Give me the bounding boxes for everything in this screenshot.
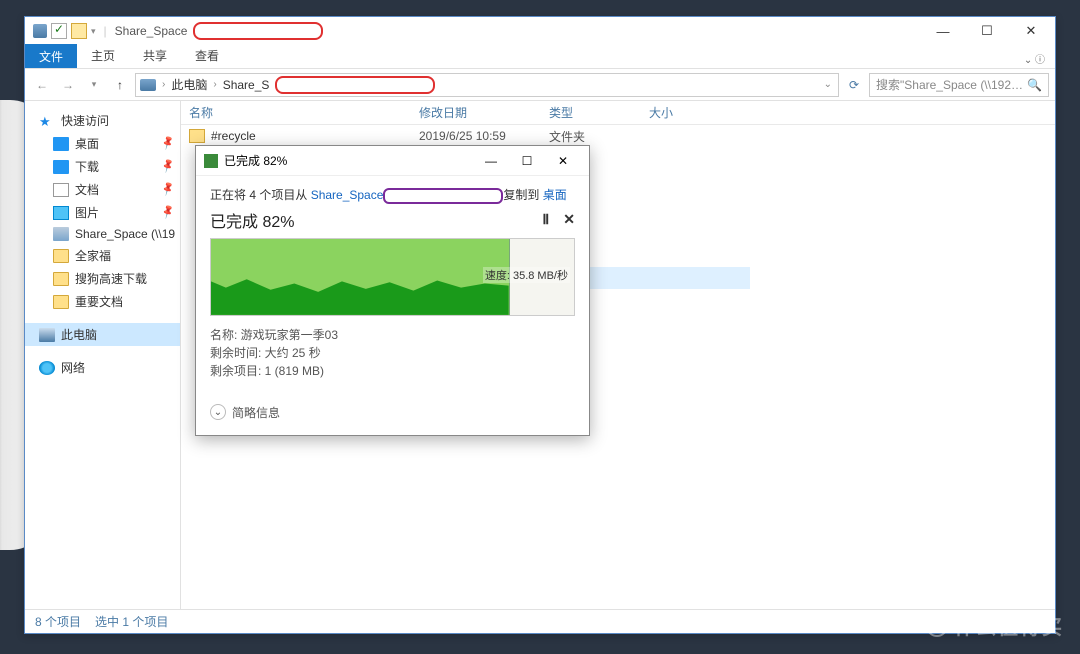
pin-icon: 📌 — [160, 182, 176, 198]
star-icon: ★ — [39, 114, 55, 128]
drive-icon — [33, 24, 47, 38]
pc-icon — [39, 328, 55, 342]
redacted-title — [193, 22, 323, 40]
chevron-down-icon: ⌄ — [210, 404, 226, 420]
status-item-count: 8 个项目 — [35, 613, 81, 630]
breadcrumb-pc[interactable]: 此电脑 — [169, 76, 209, 93]
maximize-button[interactable]: ☐ — [965, 17, 1009, 45]
ribbon-expand-icon[interactable]: ⌄ ⓘ — [1014, 49, 1055, 68]
chevron-right-icon[interactable]: › — [211, 79, 218, 90]
sidebar-item-folder[interactable]: 重要文档 — [25, 290, 180, 313]
redacted-source — [383, 188, 503, 204]
sidebar-item-pictures[interactable]: 图片📌 — [25, 201, 180, 224]
minimize-button[interactable]: — — [473, 147, 509, 175]
drive-icon — [53, 227, 69, 241]
folder-icon — [189, 129, 205, 143]
titlebar[interactable]: ▾ | Share_Space — ☐ ✕ — [25, 17, 1055, 45]
watermark: 值 什么值得买 — [926, 611, 1064, 640]
search-input[interactable]: 搜索"Share_Space (\\192.1... 🔍 — [869, 73, 1049, 97]
qat-dropdown-icon[interactable]: ▾ — [91, 26, 96, 37]
sidebar-this-pc[interactable]: 此电脑 — [25, 323, 180, 346]
pause-button[interactable]: Ⅱ — [542, 211, 549, 228]
address-bar[interactable]: › 此电脑 › Share_S ⌄ — [135, 73, 839, 97]
copy-details: 名称: 游戏玩家第一季03 剩余时间: 大约 25 秒 剩余项目: 1 (819… — [210, 326, 575, 380]
pin-icon: 📌 — [160, 159, 176, 175]
separator: | — [104, 24, 107, 38]
sidebar-item-desktop[interactable]: 桌面📌 — [25, 132, 180, 155]
download-icon — [53, 160, 69, 174]
window-title: Share_Space — [115, 24, 188, 38]
picture-icon — [53, 206, 69, 220]
copy-dest-link[interactable]: 桌面 — [543, 188, 567, 202]
address-dropdown-icon[interactable]: ⌄ — [822, 79, 834, 90]
sidebar-network[interactable]: 网络 — [25, 356, 180, 379]
watermark-icon: 值 — [926, 615, 948, 637]
folder-icon — [53, 272, 69, 286]
desktop-icon — [53, 137, 69, 151]
breadcrumb-folder[interactable]: Share_S — [221, 78, 272, 92]
pin-icon: 📌 — [160, 205, 176, 221]
speed-graph: 速度: 35.8 MB/秒 — [210, 238, 575, 316]
dialog-title: 已完成 82% — [224, 152, 287, 169]
sidebar-quick-access[interactable]: ★快速访问 — [25, 109, 180, 132]
sidebar-item-downloads[interactable]: 下载📌 — [25, 155, 180, 178]
col-size[interactable]: 大小 — [649, 104, 729, 121]
progress-percent: 已完成 82% — [210, 208, 294, 232]
up-button[interactable]: ↑ — [109, 74, 131, 96]
col-date[interactable]: 修改日期 — [419, 104, 549, 121]
refresh-button[interactable]: ⟳ — [843, 74, 865, 96]
close-button[interactable]: ✕ — [1009, 17, 1053, 45]
tab-file[interactable]: 文件 — [25, 44, 77, 68]
drive-icon — [140, 79, 156, 91]
sidebar-item-folder[interactable]: 搜狗高速下载 — [25, 267, 180, 290]
network-icon — [39, 361, 55, 375]
tab-home[interactable]: 主页 — [77, 43, 129, 68]
pin-icon: 📌 — [160, 136, 176, 152]
ribbon-tabs: 文件 主页 共享 查看 ⌄ ⓘ — [25, 45, 1055, 69]
chevron-right-icon[interactable]: › — [160, 79, 167, 90]
col-type[interactable]: 类型 — [549, 104, 649, 121]
speed-value: 35.8 MB/秒 — [513, 270, 568, 282]
close-button[interactable]: ✕ — [545, 147, 581, 175]
sidebar-item-documents[interactable]: 文档📌 — [25, 178, 180, 201]
sidebar: ★快速访问 桌面📌 下载📌 文档📌 图片📌 Share_Space (\\19 … — [25, 101, 181, 609]
recent-dropdown-icon[interactable]: ▾ — [83, 74, 105, 96]
redacted-path — [275, 76, 435, 94]
search-icon[interactable]: 🔍 — [1027, 78, 1042, 92]
status-bar: 8 个项目 选中 1 个项目 — [25, 609, 1055, 633]
copy-progress-dialog: 已完成 82% — ☐ ✕ 正在将 4 个项目从 Share_Space复制到 … — [195, 145, 590, 436]
nav-row: ← → ▾ ↑ › 此电脑 › Share_S ⌄ ⟳ 搜索"Share_Spa… — [25, 69, 1055, 101]
dialog-titlebar[interactable]: 已完成 82% — ☐ ✕ — [196, 146, 589, 176]
copy-icon — [204, 154, 218, 168]
copy-source-link[interactable]: Share_Space — [311, 188, 384, 202]
copy-message: 正在将 4 个项目从 Share_Space复制到 桌面 — [210, 186, 575, 204]
search-placeholder: 搜索"Share_Space (\\192.1... — [876, 76, 1023, 93]
col-name[interactable]: 名称 — [189, 104, 419, 121]
qat-new-folder[interactable] — [71, 23, 87, 39]
sidebar-item-share[interactable]: Share_Space (\\19 — [25, 224, 180, 244]
minimize-button[interactable]: — — [921, 17, 965, 45]
folder-icon — [53, 249, 69, 263]
column-headers[interactable]: 名称 修改日期 类型 大小 — [181, 101, 1055, 125]
brief-info-toggle[interactable]: ⌄ 简略信息 — [210, 394, 575, 421]
tab-share[interactable]: 共享 — [129, 43, 181, 68]
tab-view[interactable]: 查看 — [181, 43, 233, 68]
document-icon — [53, 183, 69, 197]
status-selected: 选中 1 个项目 — [95, 613, 168, 630]
folder-icon — [53, 295, 69, 309]
back-button[interactable]: ← — [31, 74, 53, 96]
qat-properties-checkbox[interactable] — [51, 23, 67, 39]
sidebar-item-folder[interactable]: 全家福 — [25, 244, 180, 267]
forward-button[interactable]: → — [57, 74, 79, 96]
table-row[interactable]: #recycle 2019/6/25 10:59 文件夹 — [181, 125, 1055, 147]
maximize-button[interactable]: ☐ — [509, 147, 545, 175]
cancel-button[interactable]: ✕ — [563, 211, 575, 228]
